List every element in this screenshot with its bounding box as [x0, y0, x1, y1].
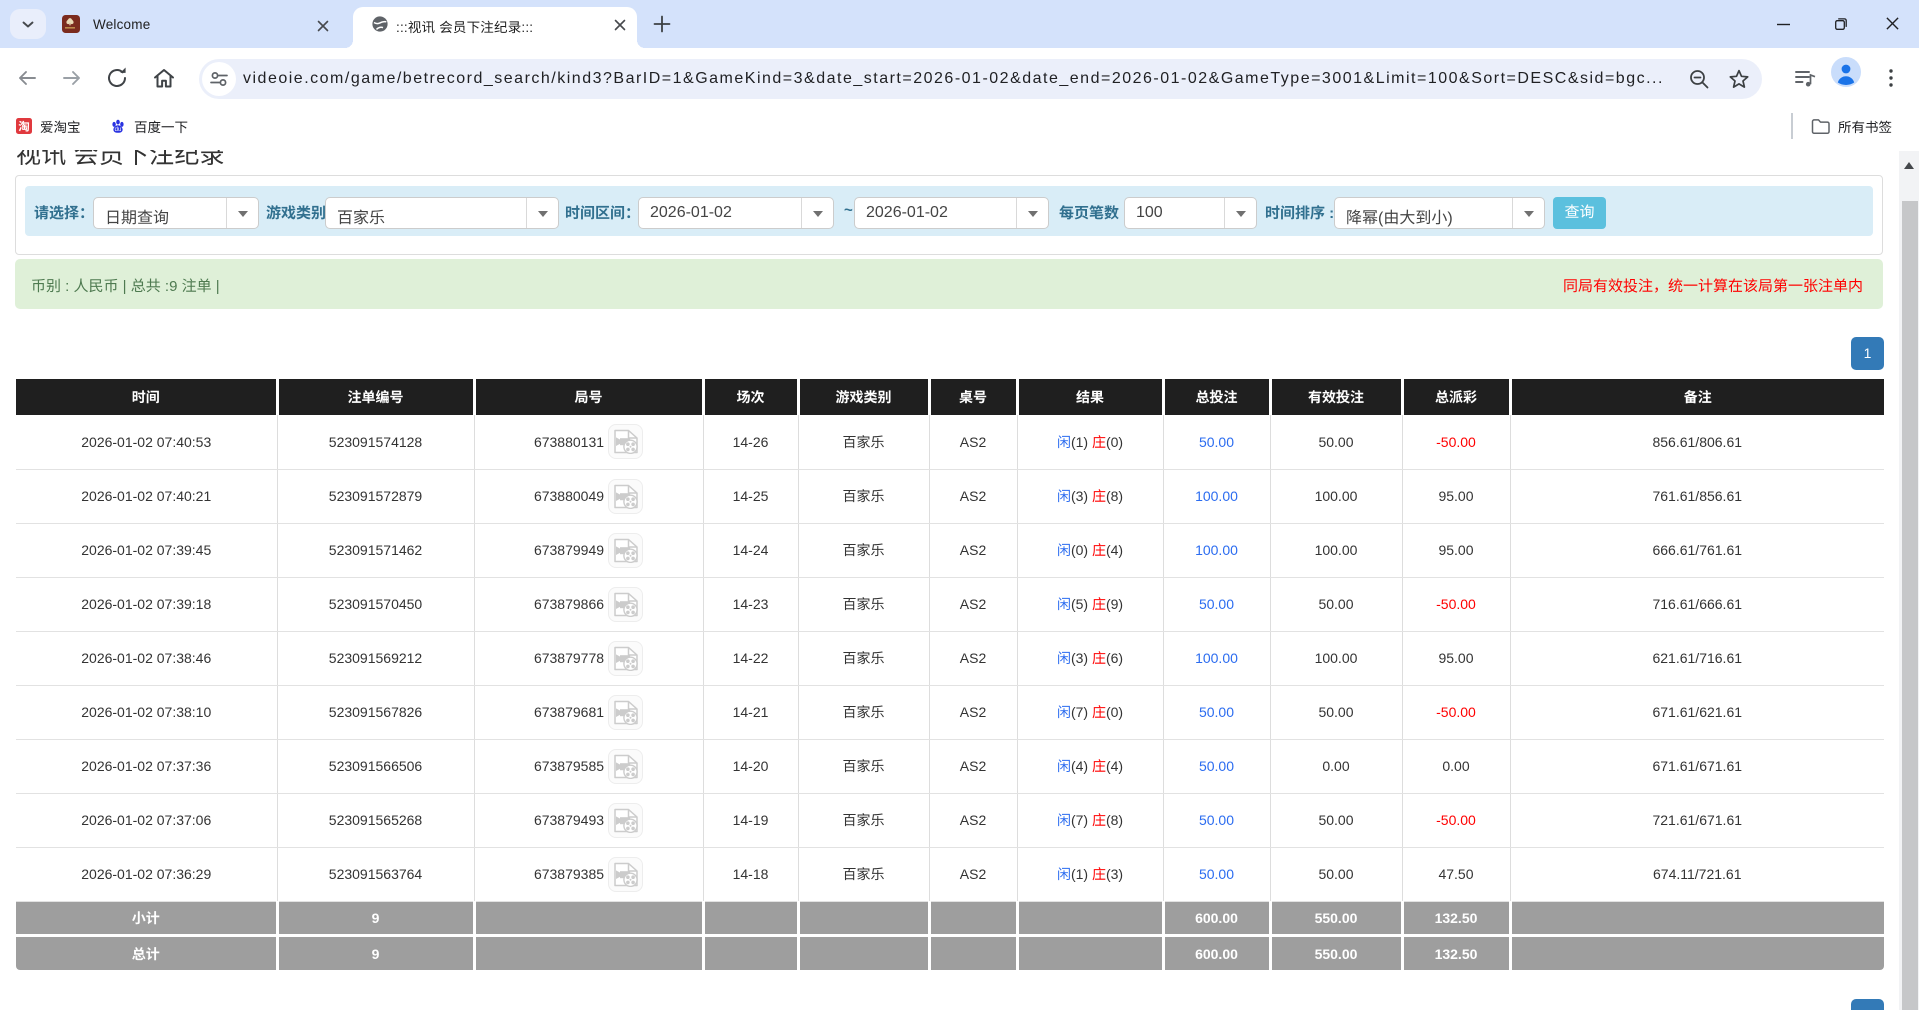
svg-text:淘: 淘 — [18, 118, 30, 134]
svg-text:du: du — [115, 127, 122, 133]
